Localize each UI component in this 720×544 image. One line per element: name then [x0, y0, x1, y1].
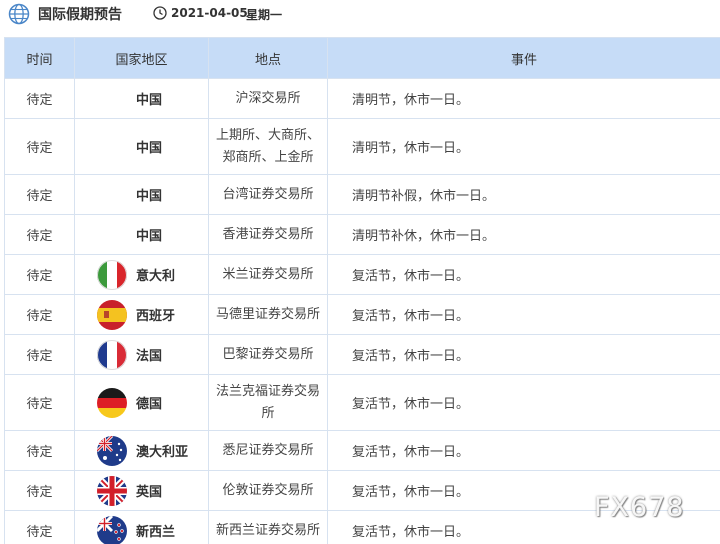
new-zealand-flag-icon	[97, 515, 127, 544]
place-cell: 香港证券交易所	[208, 214, 328, 255]
time-cell: 待定	[4, 470, 75, 511]
country-cell: 英国	[74, 470, 209, 511]
italy-flag-icon	[97, 259, 127, 290]
country-cell: 新西兰	[74, 510, 209, 544]
table-header-row: 时间 国家地区 地点 事件	[4, 37, 720, 79]
time-cell: 待定	[4, 294, 75, 335]
event-cell: 复活节，休市一日。	[327, 334, 720, 375]
event-cell: 清明节，休市一日。	[327, 118, 720, 175]
france-flag-icon	[97, 339, 127, 370]
place-cell: 新西兰证券交易所	[208, 510, 328, 544]
uk-flag-icon	[97, 475, 127, 506]
time-cell: 待定	[4, 374, 75, 431]
event-cell: 复活节，休市一日。	[327, 374, 720, 431]
australia-flag-icon	[97, 435, 127, 466]
table-row: 待定 澳大利亚 悉尼证券交易所 复活节，休市一日。	[4, 430, 720, 471]
time-cell: 待定	[4, 214, 75, 255]
header-date: 2021-04-05	[171, 6, 248, 20]
page-title: 国际假期预告	[38, 7, 122, 23]
table-row: 待定 中国 台湾证券交易所 清明节补假，休市一日。	[4, 174, 720, 215]
holiday-table: 时间 国家地区 地点 事件 待定 中国 沪深交易所 清明节，休市一日。 待定 中…	[4, 37, 720, 544]
country-cell: 西班牙	[74, 294, 209, 335]
time-cell: 待定	[4, 254, 75, 295]
watermark: FX678	[594, 492, 685, 523]
germany-flag-icon	[97, 387, 127, 418]
table-row: 待定 中国 香港证券交易所 清明节补休，休市一日。	[4, 214, 720, 255]
country-name: 新西兰	[136, 525, 176, 540]
header-weekday: 星期一	[246, 8, 283, 22]
table-row: 待定 西班牙 马德里证券交易所 复活节，休市一日。	[4, 294, 720, 335]
table-row: 待定 意大利 米兰证券交易所 复活节，休市一日。	[4, 254, 720, 295]
column-header-place: 地点	[208, 37, 328, 79]
country-cell: 意大利	[74, 254, 209, 295]
globe-icon	[8, 3, 30, 25]
place-cell: 沪深交易所	[208, 78, 328, 119]
place-cell: 悉尼证券交易所	[208, 430, 328, 471]
column-header-country: 国家地区	[74, 37, 209, 79]
time-cell: 待定	[4, 334, 75, 375]
event-cell: 复活节，休市一日。	[327, 254, 720, 295]
country-name: 德国	[136, 397, 163, 412]
place-cell: 马德里证券交易所	[208, 294, 328, 335]
event-cell: 清明节，休市一日。	[327, 78, 720, 119]
table-row: 待定 中国 上期所、大商所、郑商所、上金所 清明节，休市一日。	[4, 118, 720, 175]
country-cell: 中国	[74, 118, 209, 175]
country-name: 中国	[136, 93, 163, 108]
column-header-time: 时间	[4, 37, 75, 79]
place-cell: 法兰克福证券交易所	[208, 374, 328, 431]
place-cell: 台湾证券交易所	[208, 174, 328, 215]
place-cell: 米兰证券交易所	[208, 254, 328, 295]
country-name: 澳大利亚	[136, 445, 189, 460]
time-cell: 待定	[4, 78, 75, 119]
event-cell: 复活节，休市一日。	[327, 294, 720, 335]
country-cell: 法国	[74, 334, 209, 375]
event-cell: 清明节补假，休市一日。	[327, 174, 720, 215]
table-row: 待定 德国 法兰克福证券交易所 复活节，休市一日。	[4, 374, 720, 431]
time-cell: 待定	[4, 174, 75, 215]
country-cell: 中国	[74, 78, 209, 119]
country-name: 英国	[136, 485, 163, 500]
table-row: 待定 中国 沪深交易所 清明节，休市一日。	[4, 78, 720, 119]
event-cell: 复活节，休市一日。	[327, 430, 720, 471]
country-cell: 中国	[74, 214, 209, 255]
country-cell: 德国	[74, 374, 209, 431]
country-name: 中国	[136, 189, 163, 204]
country-cell: 澳大利亚	[74, 430, 209, 471]
country-name: 西班牙	[136, 309, 176, 324]
place-cell: 巴黎证券交易所	[208, 334, 328, 375]
country-name: 中国	[136, 229, 163, 244]
column-header-event: 事件	[327, 37, 720, 79]
time-cell: 待定	[4, 118, 75, 175]
place-cell: 伦敦证券交易所	[208, 470, 328, 511]
country-name: 意大利	[136, 269, 176, 284]
country-name: 中国	[136, 141, 163, 156]
spain-flag-icon	[97, 299, 127, 330]
place-cell: 上期所、大商所、郑商所、上金所	[208, 118, 328, 175]
time-cell: 待定	[4, 430, 75, 471]
time-cell: 待定	[4, 510, 75, 544]
country-name: 法国	[136, 349, 163, 364]
country-cell: 中国	[74, 174, 209, 215]
header-bar: 国际假期预告 2021-04-05 星期一	[0, 0, 720, 30]
table-row: 待定 法国 巴黎证券交易所 复活节，休市一日。	[4, 334, 720, 375]
event-cell: 清明节补休，休市一日。	[327, 214, 720, 255]
clock-icon	[153, 6, 167, 20]
